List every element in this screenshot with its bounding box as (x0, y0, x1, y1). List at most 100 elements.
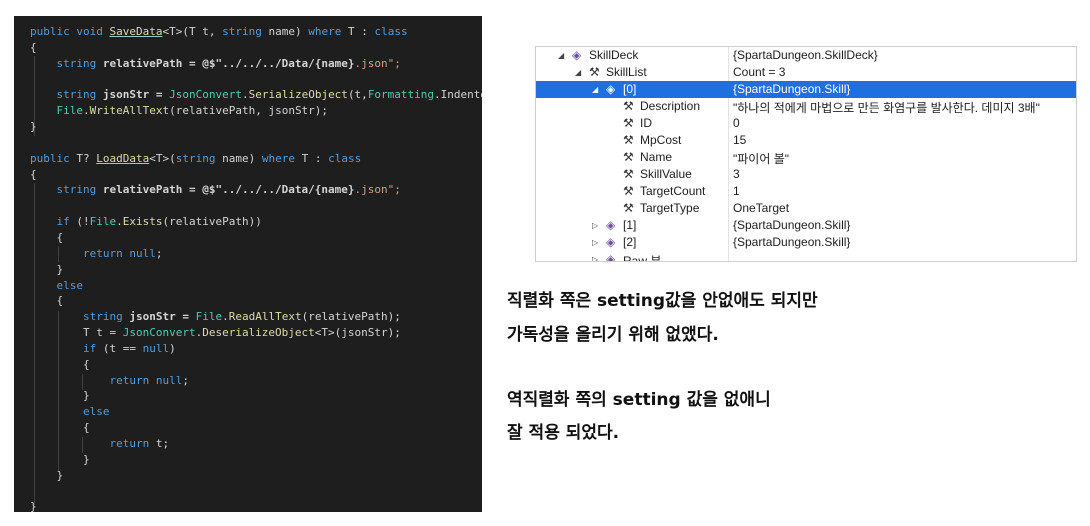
watch-value: 0 (733, 116, 740, 130)
expand-arrow-icon[interactable]: ▷ (592, 255, 598, 261)
code-token: (relativePath)) (162, 215, 262, 229)
code-token: . (241, 88, 249, 102)
watch-row[interactable]: ⚒ Name "파이어 볼" (536, 149, 1076, 166)
code-line[interactable]: if (!File.Exists(relativePath)) (30, 214, 482, 230)
watch-row[interactable]: ⚒ TargetType OneTarget (536, 200, 1076, 217)
code-token: (relativePath, jsonStr); (169, 104, 329, 118)
code-line[interactable]: } (30, 468, 482, 484)
watch-row[interactable]: ⚒ Description "하나의 적에게 마법으로 만든 화염구를 발사한다. … (536, 98, 1076, 115)
code-token: where (308, 25, 342, 38)
code-token: null (142, 341, 170, 355)
code-token: JsonConvert (122, 326, 196, 340)
code-token: File (89, 215, 117, 229)
watch-row[interactable]: ◢ ◈ SkillDeck {SpartaDungeon.SkillDeck} (536, 47, 1076, 64)
note-line-3: 역직렬화 쪽의 setting 값을 없애니 (507, 390, 771, 410)
code-token: string (56, 183, 97, 197)
code-line[interactable]: } (30, 452, 482, 468)
code-line[interactable]: string relativePath = @$"../../../Data/{… (30, 182, 482, 198)
code-token: .json"; (354, 56, 401, 70)
code-token: class (374, 25, 408, 38)
code-line[interactable]: } (30, 262, 482, 278)
code-line[interactable]: else (30, 278, 482, 294)
object-icon: ◈ (572, 48, 582, 62)
code-line[interactable]: { (30, 420, 482, 436)
code-line[interactable]: } (30, 119, 482, 135)
code-line[interactable]: string jsonStr = File.ReadAllText(relati… (30, 309, 482, 325)
wrench-icon: ⚒ (623, 150, 634, 164)
watch-row[interactable]: ⚒ TargetCount 1 (536, 183, 1076, 200)
code-line[interactable]: { (30, 230, 482, 246)
code-line[interactable]: return t; (30, 436, 482, 452)
code-token: else (82, 405, 110, 419)
code-token: null (129, 246, 156, 260)
code-line[interactable]: else (30, 404, 482, 420)
code-token: if (82, 341, 97, 355)
code-line[interactable]: { (30, 167, 482, 183)
code-line[interactable]: { (30, 357, 482, 373)
code-line[interactable]: { (30, 40, 482, 56)
watch-name: Description (640, 99, 701, 113)
collapse-arrow-icon[interactable]: ◢ (558, 51, 564, 60)
watch-name: Name (640, 150, 673, 164)
watch-value: "파이어 볼" (733, 152, 790, 166)
collapse-arrow-icon[interactable]: ◢ (592, 85, 598, 94)
watch-row[interactable]: ◢ ◈ [0] {SpartaDungeon.Skill} (536, 81, 1076, 98)
code-line[interactable] (30, 72, 482, 88)
watch-value: {SpartaDungeon.SkillDeck} (733, 48, 878, 62)
watch-row[interactable]: ⚒ ID 0 (536, 115, 1076, 132)
watch-name: SkillList (606, 65, 647, 79)
code-line[interactable]: T t = JsonConvert.DeserializeObject<T>(j… (30, 325, 482, 341)
code-token: { (30, 294, 64, 308)
watch-row[interactable]: ⚒ MpCost 15 (536, 132, 1076, 149)
watch-row[interactable]: ▷ ◈ [2] {SpartaDungeon.Skill} (536, 234, 1076, 251)
code-line[interactable]: string relativePath = @$"../../../Data/{… (30, 56, 482, 72)
expand-arrow-icon[interactable]: ▷ (592, 238, 598, 247)
code-line[interactable]: } (30, 499, 482, 512)
code-text[interactable]: public void SaveData<T>(T t, string name… (30, 24, 482, 512)
watch-row[interactable]: ▷ ◈ [1] {SpartaDungeon.Skill} (536, 217, 1076, 234)
code-token: { (30, 421, 90, 435)
code-token: } (30, 452, 90, 466)
expand-arrow-icon[interactable]: ▷ (592, 221, 598, 230)
code-line[interactable]: string jsonStr = JsonConvert.SerializeOb… (30, 87, 483, 103)
watch-row[interactable]: ▷ ◈ Raw 뷰 (536, 251, 1076, 261)
code-line[interactable]: return null; (30, 246, 482, 262)
code-token: . (222, 310, 229, 324)
code-line[interactable]: { (30, 293, 482, 309)
code-editor[interactable]: public void SaveData<T>(T t, string name… (14, 16, 482, 512)
code-line[interactable] (30, 135, 482, 151)
wrench-icon: ⚒ (623, 167, 634, 181)
watch-value: "하나의 적에게 마법으로 만든 화염구를 발사한다. 데미지 3배" (733, 101, 1040, 115)
watch-name: ID (640, 116, 652, 130)
code-line[interactable]: public T? LoadData<T>(string name) where… (30, 151, 482, 167)
watch-name: [0] (623, 82, 637, 96)
code-line[interactable]: } (30, 388, 482, 404)
code-token: string (222, 25, 262, 38)
watch-value: 15 (733, 133, 747, 147)
code-line[interactable]: return null; (30, 373, 482, 389)
debug-watch-panel[interactable]: ◢ ◈ SkillDeck {SpartaDungeon.SkillDeck} ◢ ⚒ Sk… (535, 46, 1077, 262)
watch-row[interactable]: ◢ ⚒ SkillList Count = 3 (536, 64, 1076, 81)
code-token: ) (169, 341, 176, 355)
code-token: DeserializeObject (202, 326, 315, 340)
code-line[interactable]: public void SaveData<T>(T t, string name… (30, 24, 482, 40)
code-line[interactable] (30, 483, 482, 499)
watch-value: {SpartaDungeon.Skill} (733, 82, 851, 96)
code-token: <T> (162, 25, 183, 38)
code-token: { (30, 40, 37, 54)
code-token: name) (215, 151, 262, 165)
collapse-arrow-icon[interactable]: ◢ (575, 68, 581, 77)
code-line[interactable]: File.WriteAllText(relativePath, jsonStr)… (30, 103, 482, 119)
code-line[interactable] (30, 198, 482, 214)
watch-row[interactable]: ⚒ SkillValue 3 (536, 166, 1076, 183)
code-line[interactable]: if (t == null) (30, 341, 482, 357)
note-line-4: 잘 적용 되었다. (507, 423, 620, 443)
wrench-icon: ⚒ (623, 201, 634, 215)
wrench-icon: ⚒ (623, 184, 634, 198)
code-token: JsonConvert (169, 88, 242, 102)
